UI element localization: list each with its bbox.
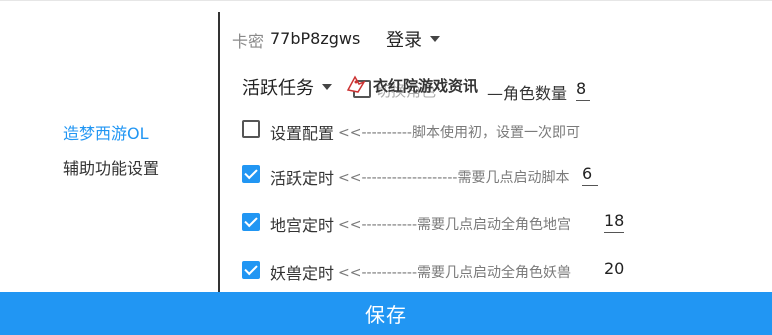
login-dropdown-label: 登录 xyxy=(386,30,422,51)
setting-dungeon-checkbox[interactable] xyxy=(242,213,260,231)
role-count-input[interactable]: 8 xyxy=(576,78,590,101)
setting-active-checkbox[interactable] xyxy=(242,165,260,183)
checkmark-icon xyxy=(244,213,258,228)
sidebar-item-settings[interactable]: 辅助功能设置 xyxy=(63,155,159,179)
checkmark-icon xyxy=(244,165,258,180)
setting-config-hint: <<----------脚本使用初，设置一次即可 xyxy=(338,125,580,141)
setting-beast-checkbox[interactable] xyxy=(242,261,260,279)
chevron-down-icon xyxy=(430,36,440,42)
setting-dungeon-hint: <<-----------需要几点启动全角色地宫 xyxy=(338,217,572,233)
setting-dungeon-label: 地宫定时 xyxy=(270,216,335,235)
card-key-label: 卡密 xyxy=(232,32,265,51)
task-mode-label: 活跃任务 xyxy=(242,78,314,99)
checkmark-icon xyxy=(244,261,258,276)
setting-config-label: 设置配置 xyxy=(270,124,335,143)
setting-active-hour-input[interactable]: 6 xyxy=(582,163,598,186)
bird-icon xyxy=(345,74,367,96)
watermark-logo: 衣红院游戏资讯 xyxy=(345,72,483,98)
setting-beast-label: 妖兽定时 xyxy=(270,264,335,283)
setting-active-hint: <<-------------------需要几点启动脚本 xyxy=(338,170,570,186)
setting-dungeon-hour-input[interactable]: 18 xyxy=(604,210,624,233)
login-dropdown[interactable]: 登录 xyxy=(386,24,440,54)
task-mode-select[interactable]: 活跃任务 xyxy=(242,72,332,102)
sidebar: 造梦西游OL 辅助功能设置 xyxy=(0,0,218,292)
save-button[interactable]: 保存 xyxy=(0,292,772,335)
vertical-divider xyxy=(218,12,220,292)
setting-active-label: 活跃定时 xyxy=(270,169,335,188)
chevron-down-icon xyxy=(322,84,332,90)
setting-beast-hint: <<-----------需要几点启动全角色妖兽 xyxy=(338,265,572,281)
setting-config-checkbox[interactable] xyxy=(242,120,260,138)
role-count-label: —角色数量 xyxy=(487,84,568,103)
save-button-label: 保存 xyxy=(365,303,407,327)
watermark-text: 衣红院游戏资讯 xyxy=(373,76,479,95)
sidebar-item-game[interactable]: 造梦西游OL xyxy=(63,120,149,144)
setting-beast-hour-input[interactable]: 20 xyxy=(604,258,626,280)
card-key-input[interactable]: 77bP8zgws xyxy=(270,28,368,50)
